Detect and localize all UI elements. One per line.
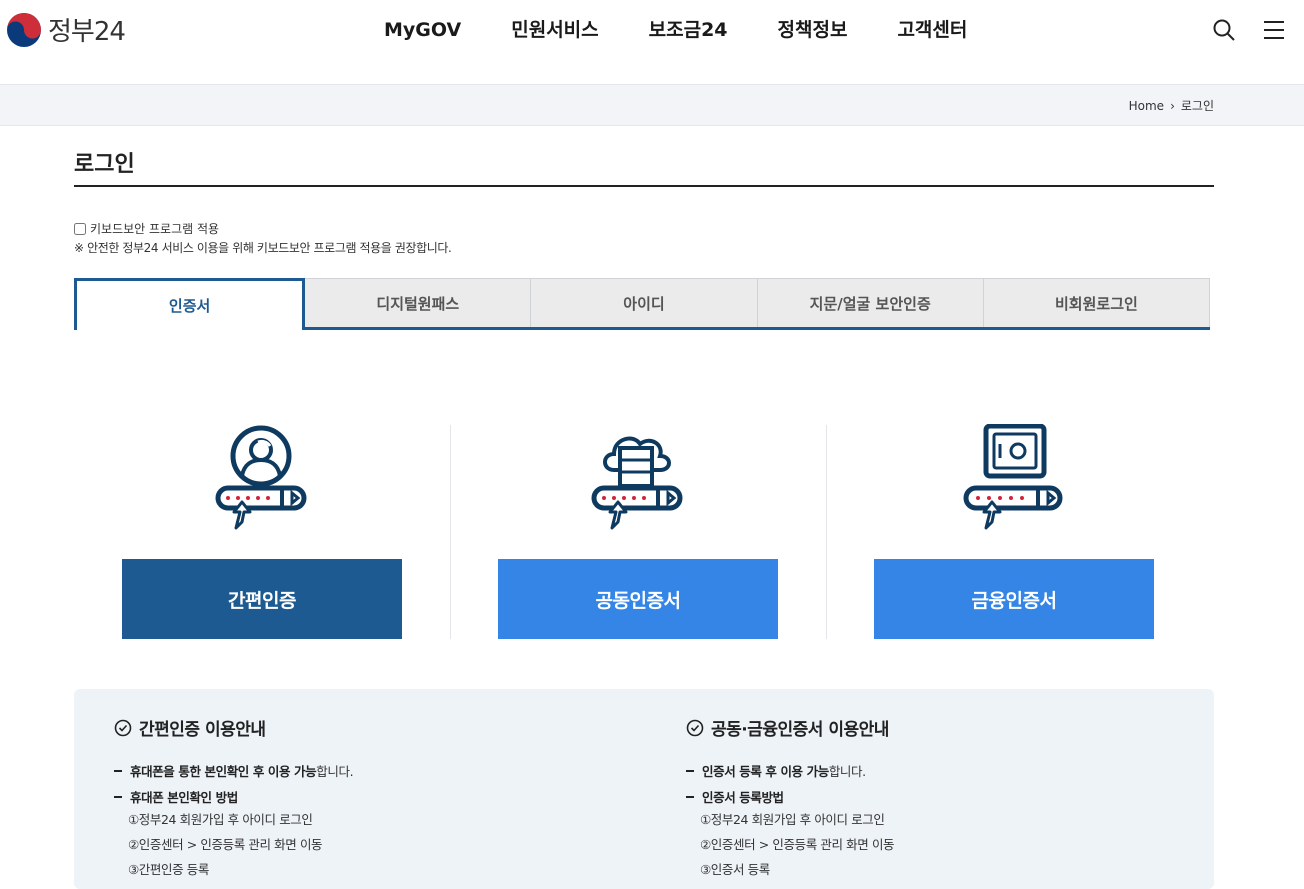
cert-step: ③인증서 등록 (700, 862, 770, 877)
simple-auth-step: ③간편인증 등록 (128, 862, 209, 877)
dash-bullet (686, 795, 694, 798)
dash-bullet (114, 769, 122, 772)
cert-step: ①정부24 회원가입 후 아이디 로그인 (700, 812, 885, 827)
cert-guide-title-text: 공동·금융인증서 이용안내 (711, 720, 889, 740)
simple-auth-button[interactable]: 간편인증 (122, 559, 402, 639)
safe-password-icon (963, 424, 1063, 530)
tab-certificate[interactable]: 인증서 (74, 278, 306, 330)
simple-auth-guide-title-text: 간편인증 이용안내 (139, 720, 266, 740)
simple-auth-step: ②인증센터 > 인증등록 관리 화면 이동 (128, 837, 323, 852)
nav-policy-info[interactable]: 정책정보 (778, 16, 848, 44)
keyboard-security-note: ※ 안전한 정부24 서비스 이용을 위해 키보드보안 프로그램 적용을 권장합… (74, 241, 452, 255)
simple-auth-guide-title: 간편인증 이용안내 (114, 715, 266, 740)
main-nav: MyGOV 민원서비스 보조금24 정책정보 고객센터 (384, 16, 967, 44)
logo[interactable]: 정부24 (6, 11, 126, 48)
bullet-bold-text: 휴대폰을 통한 본인확인 후 이용 가능 (130, 764, 317, 779)
nav-mygov[interactable]: MyGOV (384, 16, 461, 44)
hamburger-menu-icon[interactable] (1262, 18, 1286, 42)
keyboard-security-checkbox[interactable] (74, 222, 86, 235)
joint-certificate-button[interactable]: 공동인증서 (498, 559, 778, 639)
login-tabs: 인증서 디지털원패스 아이디 지문/얼굴 보안인증 비회원로그인 (74, 278, 1211, 330)
keyboard-security-label: 키보드보안 프로그램 적용 (90, 222, 220, 236)
usage-guide-box: 간편인증 이용안내 휴대폰을 통한 본인확인 후 이용 가능 합니다. 휴대폰 본… (74, 689, 1214, 889)
page-title: 로그인 (74, 152, 135, 177)
breadcrumb-separator: › (1170, 98, 1175, 113)
dash-bullet (686, 769, 694, 772)
financial-certificate-button[interactable]: 금융인증서 (874, 559, 1154, 639)
nav-customer-center[interactable]: 고객센터 (897, 16, 967, 44)
breadcrumb-home[interactable]: Home (1129, 99, 1164, 113)
simple-auth-bullet: 휴대폰을 통한 본인확인 후 이용 가능 합니다. (114, 761, 354, 780)
cert-bullet: 인증서 등록방법 (686, 787, 784, 806)
cert-step: ②인증센터 > 인증등록 관리 화면 이동 (700, 837, 895, 852)
breadcrumb-bar: Home › 로그인 (0, 84, 1304, 126)
option-divider (826, 425, 827, 639)
bullet-bold-text: 인증서 등록 후 이용 가능 (702, 764, 829, 779)
bullet-bold-text: 휴대폰 본인확인 방법 (130, 790, 238, 805)
taegeuk-logo-icon (7, 12, 41, 47)
dash-bullet (114, 795, 122, 798)
breadcrumb-current: 로그인 (1180, 99, 1214, 113)
search-icon[interactable] (1212, 18, 1236, 42)
tab-biometric[interactable]: 지문/얼굴 보안인증 (756, 278, 984, 327)
bullet-bold-text: 인증서 등록방법 (702, 790, 784, 805)
nav-civil-service[interactable]: 민원서비스 (511, 16, 598, 44)
option-divider (450, 425, 451, 639)
breadcrumb: Home › 로그인 (1129, 97, 1214, 114)
site-header: 정부24 MyGOV 민원서비스 보조금24 정책정보 고객센터 (0, 0, 1304, 84)
simple-auth-step: ①정부24 회원가입 후 아이디 로그인 (128, 812, 313, 827)
nav-subsidy24[interactable]: 보조금24 (649, 16, 728, 44)
title-divider (74, 185, 1214, 187)
cert-bullet: 인증서 등록 후 이용 가능 합니다. (686, 761, 866, 780)
check-circle-icon (686, 719, 704, 736)
cert-guide-title: 공동·금융인증서 이용안내 (686, 715, 889, 740)
header-icons (1212, 18, 1286, 42)
bullet-text: 합니다. (828, 764, 866, 779)
tab-non-member[interactable]: 비회원로그인 (982, 278, 1211, 327)
keyboard-security-option[interactable]: 키보드보안 프로그램 적용 (74, 220, 219, 237)
simple-auth-bullet: 휴대폰 본인확인 방법 (114, 787, 238, 806)
logo-text: 정부24 (48, 17, 126, 47)
bullet-text: 합니다. (316, 764, 354, 779)
cloud-server-password-icon (591, 436, 683, 530)
tab-digital-onepass[interactable]: 디지털원패스 (304, 278, 532, 327)
user-password-icon (215, 425, 307, 530)
tab-id[interactable]: 아이디 (530, 278, 758, 327)
check-circle-icon (114, 719, 132, 736)
